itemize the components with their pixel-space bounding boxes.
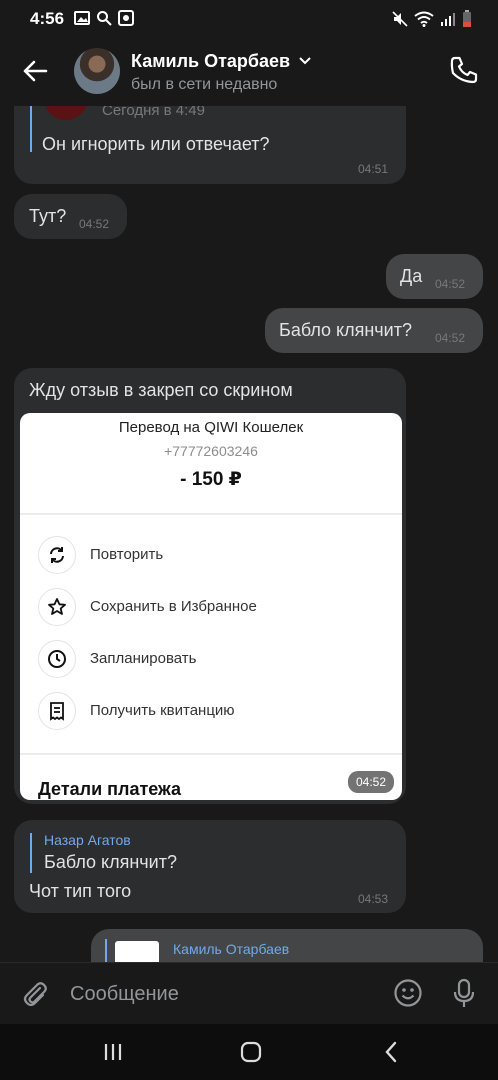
reply-thumbnail [115,941,159,962]
search-icon [97,11,112,26]
action-schedule: Запланировать [38,640,378,680]
action-label: Повторить [90,546,164,563]
emoji-icon[interactable] [393,978,423,1008]
forward-avatar [44,106,88,120]
message-bubble-outgoing[interactable]: Бабло клянчит? 04:52 [265,308,483,353]
action-receipt: Получить квитанцию [38,692,378,732]
status-time: 4:56 [30,9,65,28]
system-navigation-bar [0,1024,498,1080]
chevron-down-icon[interactable] [298,56,312,66]
message-time: 04:52 [435,331,466,345]
star-icon [38,588,76,626]
reply-text: Бабло клянчит? [44,852,177,872]
action-label: Запланировать [90,650,197,667]
notification-icons [74,10,134,26]
reply-line [105,939,107,962]
recent-apps-icon[interactable] [103,1042,123,1062]
payment-amount: - 150 ₽ [180,469,242,490]
contact-name[interactable]: Камиль Отарбаев [131,51,290,72]
status-bar: 4:56 [0,0,498,36]
action-label: Сохранить в Избранное [90,598,257,615]
reply-author: Назар Агатов [44,832,131,848]
message-list[interactable]: Сегодня в 4:49 Он игнорить или отвечает?… [0,106,498,962]
message-text: Бабло клянчит? [279,320,412,340]
action-favorite: Сохранить в Избранное [38,588,378,628]
microphone-icon[interactable] [452,978,476,1010]
message-input[interactable]: Сообщение [70,983,179,1006]
reply-line [30,833,32,873]
message-time: 04:52 [348,771,395,793]
signal-icon [441,12,455,26]
forward-line [30,106,32,152]
composer: Сообщение [0,962,498,1024]
back-arrow-icon[interactable] [20,56,50,86]
divider [20,513,402,515]
avatar[interactable] [74,48,120,94]
chat-header: Камиль Отарбаев был в сети недавно [0,36,498,106]
payment-title: Перевод на QIWI Кошелек [118,419,304,436]
system-icons [392,10,472,27]
message-text: Да [400,266,423,286]
message-time: 04:51 [358,162,389,176]
message-bubble-incoming[interactable]: Сегодня в 4:49 Он игнорить или отвечает?… [14,106,406,184]
clock-icon [38,640,76,678]
message-time: 04:52 [79,217,110,231]
divider [20,753,402,755]
home-icon[interactable] [240,1041,262,1063]
message-text: Жду отзыв в закреп со скрином [29,380,293,400]
message-text: Тут? [29,206,67,226]
wifi-icon [414,11,434,27]
message-time: 04:52 [435,277,466,291]
mute-icon [392,10,408,27]
message-text: Чот тип того [29,881,132,901]
reply-author: Камиль Отарбаев [173,941,290,957]
message-time: 04:53 [358,892,389,906]
app-icon [118,10,134,26]
message-bubble-outgoing[interactable]: Камиль Отарбаев [91,929,483,962]
action-label: Получить квитанцию [90,702,235,719]
back-icon[interactable] [382,1041,400,1063]
message-text: Он игнорить или отвечает? [42,134,270,154]
forward-date: Сегодня в 4:49 [102,106,205,119]
repeat-icon [38,536,76,574]
paperclip-icon[interactable] [20,979,50,1009]
message-bubble-incoming[interactable]: Тут? 04:52 [14,194,127,239]
battery-icon [463,10,471,27]
image-icon [74,11,90,25]
message-bubble-outgoing[interactable]: Да 04:52 [386,254,483,299]
contact-status: был в сети недавно [131,76,278,93]
action-repeat: Повторить [38,536,378,576]
receipt-icon [38,692,76,730]
phone-icon[interactable] [448,54,480,86]
payment-details-heading: Детали платежа [38,779,182,799]
payment-phone: +77772603246 [164,443,258,459]
attached-screenshot[interactable]: Перевод на QIWI Кошелек +77772603246 - 1… [20,413,402,800]
message-bubble-incoming[interactable]: Назар Агатов Бабло клянчит? Чот тип того… [14,820,406,913]
